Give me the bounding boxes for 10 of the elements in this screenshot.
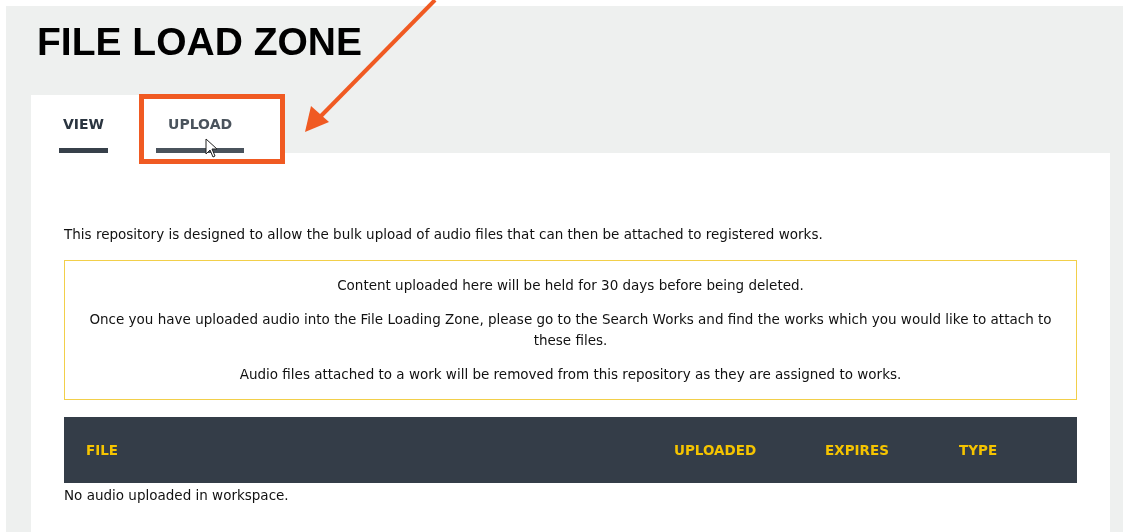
intro-text: This repository is designed to allow the bulk upload of audio files that can then be attached to registered works. xyxy=(64,225,823,244)
column-header: TYPE xyxy=(959,442,998,458)
notice-text: Once you have uploaded audio into the File Loading Zone, please go to the Search Works and find the works which you would like to attach to these files. xyxy=(88,310,1053,351)
page-title: FILE LOAD ZONE xyxy=(37,20,362,64)
column-header: FILE xyxy=(86,442,119,458)
notice-text: Audio files attached to a work will be removed from this repository as they are assigned to works. xyxy=(239,365,902,385)
column-header: UPLOADED xyxy=(674,442,757,458)
notice-text: Content uploaded here will be held for 30 days before being deleted. xyxy=(337,276,804,296)
empty-message: No audio uploaded in workspace. xyxy=(64,486,289,506)
column-header: EXPIRES xyxy=(825,442,889,458)
